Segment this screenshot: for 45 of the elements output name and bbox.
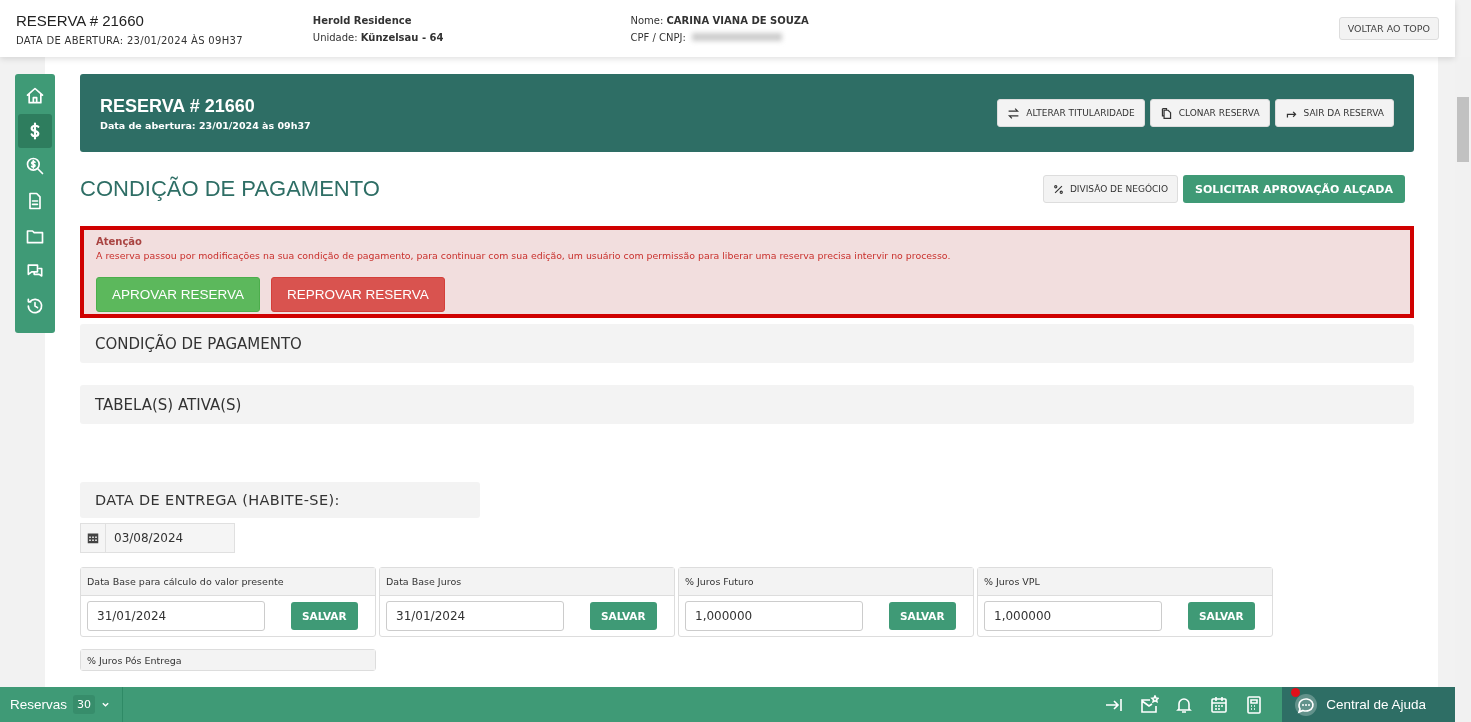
- page-title: CONDIÇÃO DE PAGAMENTO: [80, 176, 380, 202]
- input-field[interactable]: 31/01/2024: [386, 601, 564, 631]
- opening-date: DATA DE ABERTURA: 23/01/2024 ÀS 09H37: [16, 34, 243, 46]
- reject-button[interactable]: REPROVAR RESERVA: [271, 277, 445, 312]
- alert-title: Atenção: [96, 236, 143, 247]
- search-dollar-icon: [25, 156, 45, 176]
- date-field[interactable]: 03/08/2024: [80, 523, 235, 553]
- calendar-icon[interactable]: [1209, 694, 1230, 715]
- cpf-label: CPF / CNPJ:: [630, 31, 686, 43]
- chat-icon: [1294, 692, 1319, 717]
- banner-date: Data de abertura: 23/01/2024 às 09h37: [100, 119, 311, 131]
- swap-icon: [1007, 106, 1021, 120]
- count-badge: 30: [73, 695, 96, 714]
- banner-action-button[interactable]: ALTERAR TITULARIDADE: [997, 99, 1145, 127]
- field-label: % Juros Futuro: [679, 568, 973, 596]
- home-icon: [25, 86, 45, 106]
- field-label: % Juros VPL: [978, 568, 1272, 596]
- reservations-label: Reservas: [10, 697, 68, 712]
- chevron-icon[interactable]: [101, 700, 111, 709]
- unit-info: Unidade: Künzelsau - 64: [312, 31, 444, 43]
- field-label: Data Base Juros: [380, 568, 674, 596]
- input-field[interactable]: 31/01/2024: [87, 601, 265, 631]
- field-label: % Juros Pós Entrega: [81, 650, 375, 670]
- mail-star-icon[interactable]: [1139, 694, 1160, 715]
- nav-item[interactable]: [18, 114, 52, 148]
- banner-action-button[interactable]: SAIR DA RESERVA: [1274, 99, 1394, 127]
- reservation-title: RESERVA # 21660: [16, 11, 145, 29]
- section-header[interactable]: CONDIÇÃO DE PAGAMENTO: [80, 324, 1414, 363]
- delivery-date-heading: DATA DE ENTREGA (HABITE-SE):: [80, 482, 480, 518]
- history-icon: [25, 296, 45, 316]
- copy-icon: [1159, 106, 1173, 120]
- input-field[interactable]: 1,000000: [685, 601, 863, 631]
- percent-icon: [1052, 183, 1064, 195]
- section-header[interactable]: TABELA(S) ATIVA(S): [80, 385, 1414, 424]
- client-name: Nome: CARINA VIANA DE SOUZA: [630, 14, 809, 26]
- project-name: Herold Residence: [312, 14, 413, 26]
- alert-message: A reserva passou por modificações na sua condição de pagamento, para continuar com sua edição, um usuário com permissão para liberar uma reserva precisa intervir no processo.: [96, 250, 952, 261]
- business-split-button[interactable]: DIVISÃO DE NEGÓCIO: [1042, 175, 1179, 203]
- back-to-top-button[interactable]: VOLTAR AO TOPO: [1338, 17, 1439, 40]
- banner-action-button[interactable]: CLONAR RESERVA: [1149, 99, 1270, 127]
- calendar-icon: [87, 532, 99, 544]
- help-center-button[interactable]: Central de Ajuda: [1282, 687, 1455, 722]
- field-label: Data Base para cálculo do valor presente: [81, 568, 375, 596]
- banner-title: RESERVA # 21660: [100, 95, 256, 117]
- input-field[interactable]: 1,000000: [984, 601, 1162, 631]
